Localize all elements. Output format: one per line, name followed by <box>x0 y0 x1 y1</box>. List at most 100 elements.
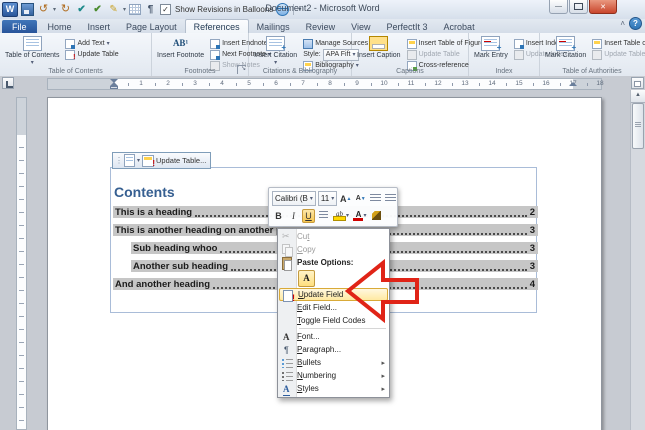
tab-home[interactable]: Home <box>40 20 80 33</box>
tab-stop-selector[interactable] <box>2 77 14 89</box>
close-button[interactable]: ✕ <box>589 0 617 14</box>
pen-dropdown-icon[interactable]: ▾ <box>123 6 126 13</box>
font-color-button[interactable]: A▾ <box>352 209 368 223</box>
update-table-label: Update Table <box>77 51 118 58</box>
left-indent-marker[interactable] <box>110 86 118 89</box>
menu-item-paragraph[interactable]: Paragraph... <box>279 343 388 356</box>
help-icon[interactable]: ? <box>629 17 642 30</box>
menu-item-font[interactable]: Font... <box>279 330 388 343</box>
vertical-ruler-margin <box>17 98 26 135</box>
save-icon[interactable] <box>21 3 34 16</box>
horizontal-ruler: 123456789101112131415161718 <box>47 78 602 90</box>
menu-item-toggle-field-codes[interactable]: Toggle Field Codes <box>279 314 388 327</box>
table-of-contents-button[interactable]: Table of Contents ▾ <box>3 35 61 66</box>
vertical-ruler-ticks <box>19 135 24 430</box>
minimize-button[interactable]: — <box>549 0 568 14</box>
insert-caption-icon <box>369 36 388 51</box>
font-size-combobox[interactable]: 11 ▾ <box>318 191 337 206</box>
undo-icon[interactable]: ↺ <box>37 3 50 16</box>
tab-mailings[interactable]: Mailings <box>249 20 298 33</box>
center-button[interactable] <box>317 209 330 223</box>
menu-item-label: Paragraph... <box>297 345 341 354</box>
menu-item-styles[interactable]: Styles▸ <box>279 382 388 395</box>
ruler-tick <box>182 83 183 86</box>
tab-acrobat[interactable]: Acrobat <box>436 20 483 33</box>
bold-button[interactable]: B <box>272 209 285 223</box>
paste-keep-text-only-button[interactable]: A <box>298 270 315 287</box>
tab-insert[interactable]: Insert <box>80 20 119 33</box>
ruler-number: 9 <box>355 80 359 88</box>
plus-badge-icon: + <box>281 44 286 52</box>
table-grid-icon[interactable] <box>129 4 141 15</box>
tab-review[interactable]: Review <box>298 20 344 33</box>
insert-caption-button[interactable]: Insert Caption <box>355 35 403 60</box>
update-table-button[interactable]: Update Table <box>63 49 120 60</box>
chevron-down-icon: ▾ <box>274 60 277 66</box>
menu-item-numbering[interactable]: Numbering▸ <box>279 369 388 382</box>
tab-file[interactable]: File <box>2 20 37 33</box>
scrollbar-thumb[interactable] <box>632 103 644 149</box>
drag-grip-icon[interactable]: ⋮ <box>115 157 122 165</box>
redo-icon[interactable]: ↻ <box>59 3 72 16</box>
right-indent-marker[interactable] <box>569 82 577 86</box>
shrink-font-button[interactable]: A▼ <box>354 192 367 206</box>
insert-index-icon <box>514 39 524 49</box>
group-index: + Mark Entry Insert Index Update Index I… <box>469 33 540 76</box>
formatting-marks-icon[interactable]: ¶ <box>144 3 157 16</box>
vertical-ruler <box>16 90 27 430</box>
menu-item-label: Font... <box>297 332 320 341</box>
insert-footnote-button[interactable]: AB¹ Insert Footnote <box>155 35 206 60</box>
tab-references[interactable]: References <box>185 19 249 33</box>
font-size-value: 11 <box>321 194 329 203</box>
minimize-ribbon-icon[interactable]: ˄ <box>620 19 625 28</box>
underline-button[interactable]: U <box>302 209 315 223</box>
tab-page-layout[interactable]: Page Layout <box>118 20 185 33</box>
menu-item-label: Bullets <box>297 358 321 367</box>
menu-icon-empty <box>281 302 293 314</box>
menu-item-label: Copy <box>297 245 316 254</box>
format-painter-button[interactable] <box>370 209 383 223</box>
window-controls: — ✕ <box>548 0 617 14</box>
decrease-indent-button[interactable] <box>369 192 382 206</box>
bullets-icon <box>281 357 293 369</box>
insert-table-of-authorities-button[interactable]: Insert Table of Authorities <box>590 38 645 49</box>
tab-perfectit-3[interactable]: PerfectIt 3 <box>379 20 436 33</box>
menu-item-paste-keep-text-only[interactable]: A <box>279 269 388 288</box>
maximize-button[interactable] <box>569 0 588 14</box>
proofing-icon[interactable]: ✔ <box>91 3 104 16</box>
menu-item-edit-field[interactable]: Edit Field... <box>279 301 388 314</box>
increase-indent-button[interactable] <box>384 192 397 206</box>
scroll-up-arrow-icon[interactable]: ▲ <box>631 90 645 103</box>
show-revisions-checkbox[interactable]: ✓ <box>160 4 171 15</box>
mini-toolbar: Calibri (B ▾ 11 ▾ A▲ A▼ B I U ab▾ A▾ <box>268 187 398 227</box>
vertical-scrollbar[interactable]: ▲ <box>630 90 645 430</box>
view-ruler-toggle-icon[interactable] <box>631 77 644 89</box>
mark-entry-button[interactable]: + Mark Entry <box>472 35 510 60</box>
menu-item-update-field[interactable]: Update Field <box>279 288 388 301</box>
font-icon <box>281 331 293 343</box>
update-table-label: Update Table <box>604 51 645 58</box>
insert-citation-button[interactable]: + Insert Citation ▾ <box>252 35 299 66</box>
highlight-color-button[interactable]: ab▾ <box>332 209 350 223</box>
chevron-down-icon[interactable]: ▾ <box>137 158 140 164</box>
toc-update-table-button[interactable]: Update Table... <box>156 156 206 165</box>
add-text-button[interactable]: Add Text ▾ <box>63 38 120 49</box>
ruler-number: 10 <box>380 80 387 88</box>
toc-document-icon[interactable] <box>124 154 135 167</box>
italic-button[interactable]: I <box>287 209 300 223</box>
ruler-number: 8 <box>328 80 332 88</box>
toc-page-number: 3 <box>530 261 535 272</box>
ruler-number: 2 <box>166 80 170 88</box>
word-logo-icon[interactable]: W <box>2 2 18 17</box>
tab-view[interactable]: View <box>343 20 378 33</box>
grow-font-button[interactable]: A▲ <box>339 192 352 206</box>
font-name-combobox[interactable]: Calibri (B ▾ <box>272 191 316 206</box>
ruler-number: 4 <box>220 80 224 88</box>
pen-icon[interactable]: ✎ <box>107 3 120 16</box>
ruler-number: 13 <box>461 80 468 88</box>
menu-item-bullets[interactable]: Bullets▸ <box>279 356 388 369</box>
mark-citation-button[interactable]: + Mark Citation <box>543 35 588 60</box>
update-table-icon <box>592 50 602 60</box>
spelling-check-icon[interactable]: ✔ <box>75 3 88 16</box>
undo-dropdown-icon[interactable]: ▾ <box>53 6 56 13</box>
